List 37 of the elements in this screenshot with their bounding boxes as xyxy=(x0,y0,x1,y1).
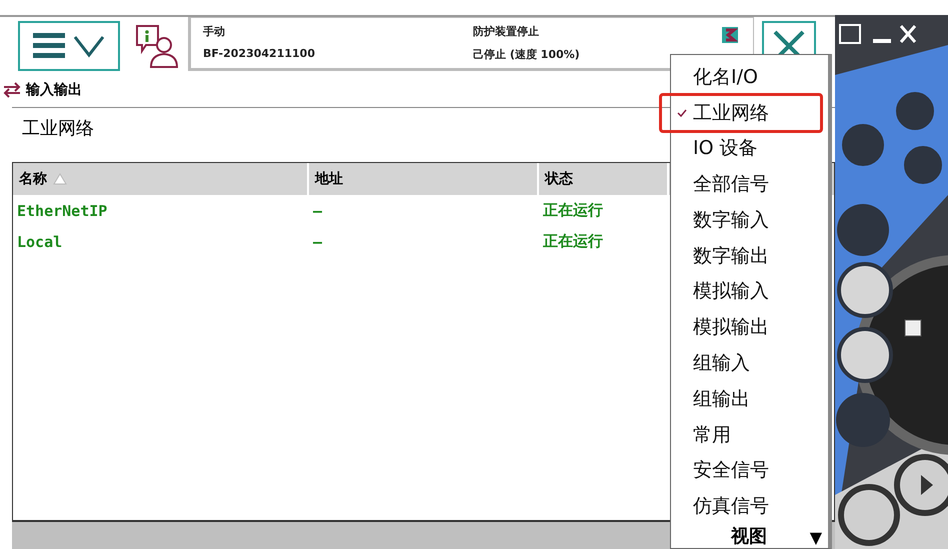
app-title: 输入输出 xyxy=(26,81,82,99)
table-row[interactable]: Local – 正在运行 xyxy=(13,226,669,257)
status-text: BF-202304211100 xyxy=(203,47,316,60)
table-cell-text: Local xyxy=(16,232,64,250)
menu-item[interactable]: 化名I/O xyxy=(671,59,818,95)
view-title: 工业网络 xyxy=(22,117,94,140)
io-arrows-icon xyxy=(2,82,22,98)
table-cell-text: – xyxy=(312,202,324,220)
table-cell-text: EtherNetIP xyxy=(16,202,108,220)
menu-item[interactable]: 常用 xyxy=(671,416,818,452)
checkmark-icon xyxy=(677,108,687,118)
main-menu-button[interactable] xyxy=(18,21,120,71)
menu-item[interactable]: 仿真信号 xyxy=(671,488,818,524)
column-header[interactable]: 地址 xyxy=(309,163,539,195)
menu-item[interactable]: 模拟输出 xyxy=(671,309,818,346)
menu-item[interactable]: IO 设备 xyxy=(671,130,818,166)
table-row[interactable]: EtherNetIP – 正在运行 xyxy=(13,195,669,226)
status-text: 防护装置停止 xyxy=(473,24,540,39)
menu-item[interactable]: 全部信号 xyxy=(671,166,818,202)
menu-icon xyxy=(33,31,105,61)
column-header[interactable]: 名称 xyxy=(13,163,309,195)
menu-item[interactable]: 工业网络 xyxy=(661,94,821,131)
status-text: 己停止 (速度 100%) xyxy=(473,47,581,62)
table-cell-text: 正在运行 xyxy=(542,232,604,251)
menu-item[interactable]: 组输出 xyxy=(671,380,818,417)
status-text: 手动 xyxy=(203,24,226,39)
menu-item[interactable]: 数字输入 xyxy=(671,202,818,238)
table-cell-text: – xyxy=(312,232,324,250)
scroll-down-arrow[interactable]: ▼ xyxy=(810,528,822,547)
event-log-icon[interactable] xyxy=(134,23,180,71)
table-cell-text: 正在运行 xyxy=(542,201,604,220)
menu-item[interactable]: 组输入 xyxy=(671,345,818,381)
view-button[interactable]: 视图 xyxy=(731,524,767,548)
menu-item[interactable]: 安全信号 xyxy=(671,452,818,488)
task-icon[interactable] xyxy=(721,26,739,44)
menu-item[interactable]: 模拟输入 xyxy=(671,274,818,310)
menu-item[interactable]: 数字输出 xyxy=(671,238,818,274)
